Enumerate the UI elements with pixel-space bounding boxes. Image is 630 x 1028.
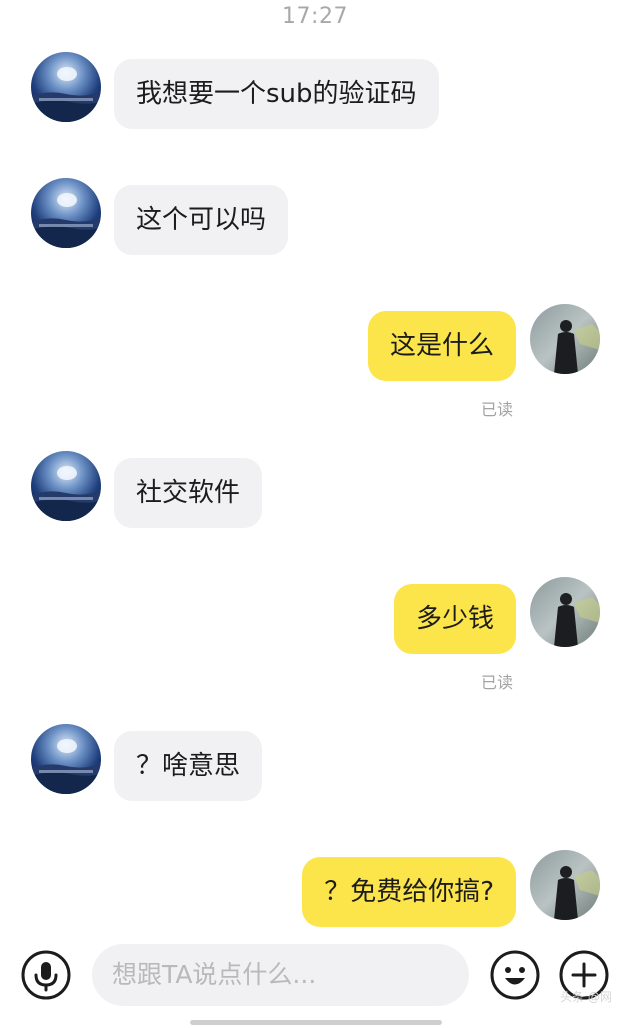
self-avatar[interactable]: [530, 850, 600, 920]
read-receipt: 已读: [481, 400, 514, 419]
message-bubble-outgoing[interactable]: ？免费给你搞?: [302, 857, 516, 927]
home-indicator[interactable]: [190, 1020, 442, 1025]
microphone-icon[interactable]: [20, 949, 72, 1001]
read-receipt: 已读: [481, 673, 514, 692]
contact-avatar[interactable]: [31, 451, 101, 521]
message-bubble-outgoing[interactable]: 这是什么: [367, 311, 516, 381]
self-avatar[interactable]: [530, 304, 600, 374]
emoji-icon[interactable]: [489, 949, 541, 1001]
contact-avatar[interactable]: [31, 178, 101, 248]
message-bubble-incoming[interactable]: ？啥意思: [114, 731, 263, 801]
message-bubble-incoming[interactable]: 社交软件: [114, 458, 263, 528]
message-bubble-outgoing[interactable]: 多少钱: [393, 584, 516, 654]
contact-avatar[interactable]: [31, 724, 101, 794]
message-bubble-incoming[interactable]: 我想要一个sub的验证码: [114, 59, 439, 129]
watermark: 头条 @网: [560, 990, 612, 1004]
self-avatar[interactable]: [530, 577, 600, 647]
contact-avatar[interactable]: [31, 52, 101, 122]
composer-bar: 想跟TA说点什么...: [0, 930, 630, 1028]
message-bubble-incoming[interactable]: 这个可以吗: [114, 185, 289, 255]
message-input[interactable]: 想跟TA说点什么...: [92, 944, 469, 1006]
status-time: 17:27: [282, 4, 348, 29]
chat-screen: 17:27 我想要一个sub的验证码 这个可以吗 这是什么 已读 社交软件 多少…: [0, 0, 630, 1028]
